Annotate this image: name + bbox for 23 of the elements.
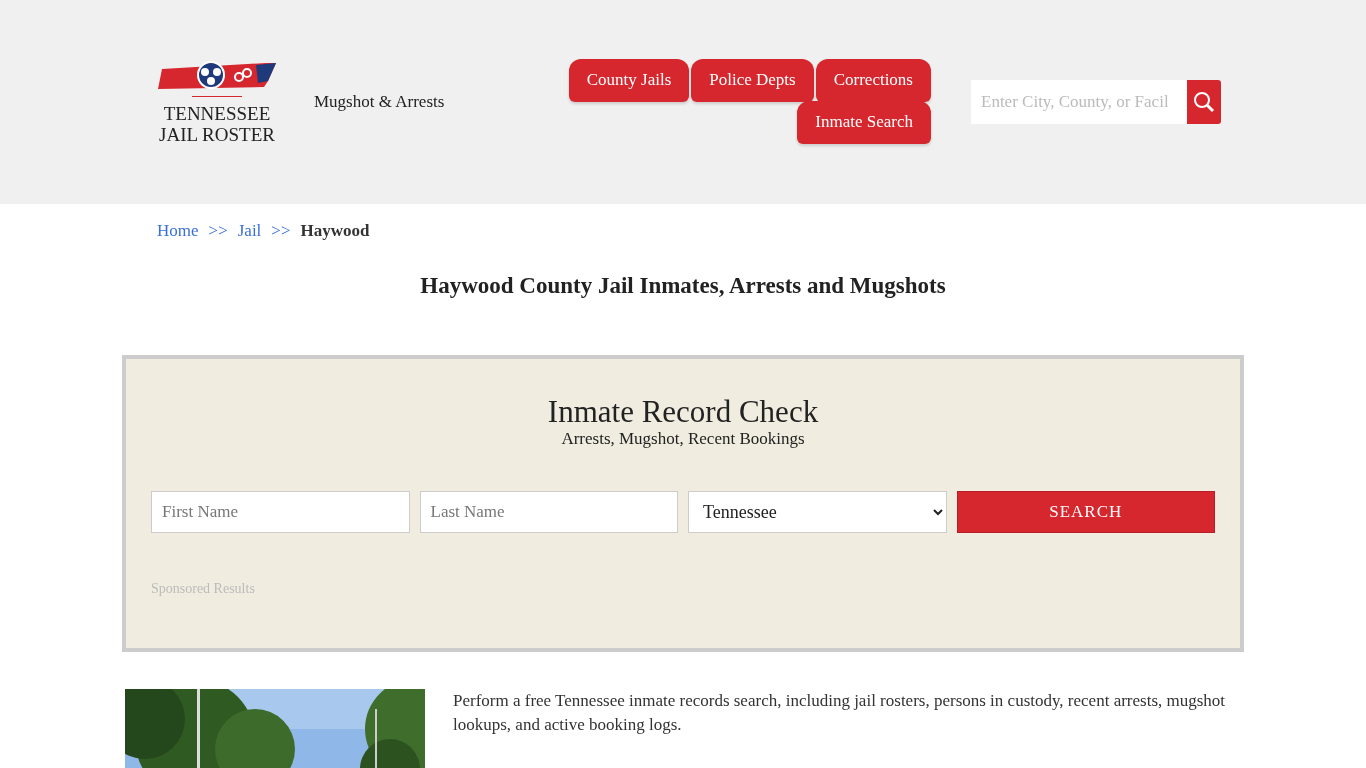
tagline: Mugshot & Arrests	[314, 92, 445, 112]
nav-button[interactable]: Corrections	[815, 59, 931, 102]
nav-button[interactable]: Police Depts	[691, 59, 814, 102]
intro-paragraph: Perform a free Tennessee inmate records search, including jail rosters, persons in custody, recent arrests, mugshot lookups, and active booking logs.	[453, 690, 1227, 736]
breadcrumb-separator: >>	[271, 221, 291, 241]
search-icon	[1193, 91, 1215, 113]
nav-button[interactable]: Inmate Search	[797, 101, 931, 144]
breadcrumb-link[interactable]: Home	[157, 221, 199, 241]
last-name-field[interactable]: Last Name	[419, 491, 678, 533]
logo-text: JAIL ROSTER	[159, 124, 275, 145]
search-button[interactable]: SEARCH	[956, 491, 1215, 533]
state-select[interactable]: Tennessee	[688, 491, 947, 533]
breadcrumb-link[interactable]: Jail	[237, 221, 262, 241]
logo-text: TENNESSEE	[163, 103, 271, 124]
nav-button[interactable]: County Jails	[568, 59, 690, 102]
search-button[interactable]	[1187, 80, 1221, 124]
panel-title: Inmate Record Check	[546, 395, 820, 429]
panel-subtitle: Arrests, Mugshot, Recent Bookings	[560, 429, 806, 449]
first-name-field[interactable]: First Name	[151, 491, 410, 533]
current-page-label: Haywood	[300, 221, 370, 241]
breadcrumb-separator: >>	[208, 221, 228, 241]
page-title: Haywood County Jail Inmates, Arrests and Mugshots	[419, 273, 947, 299]
search-field[interactable]: Enter City, County, or Facil	[971, 80, 1187, 124]
